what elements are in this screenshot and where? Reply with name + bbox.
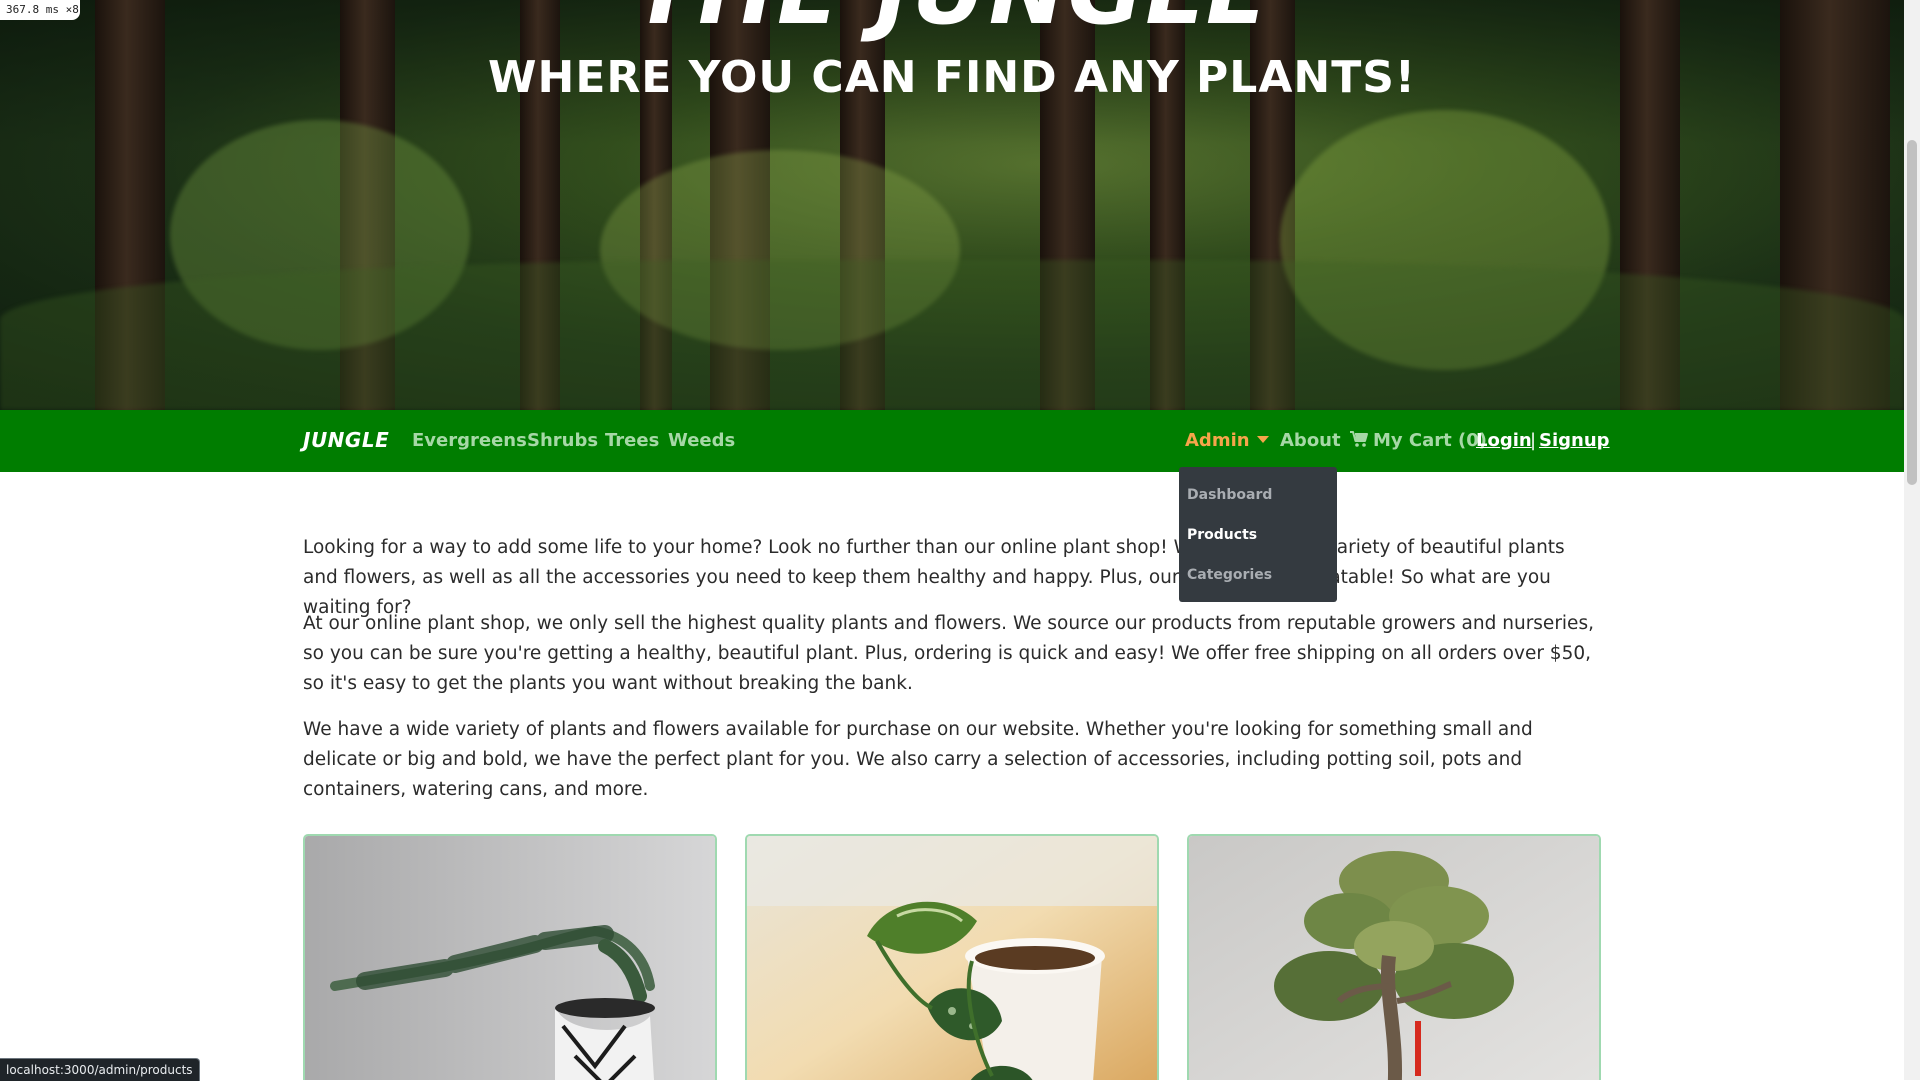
nav-weeds[interactable]: Weeds — [668, 430, 735, 451]
nav-cart-label: My Cart (0) — [1373, 430, 1487, 451]
fps-counter: 367.8 ms ×8 — [0, 0, 80, 20]
bonsai-tree-image — [1189, 836, 1599, 1080]
pothos-plant-image — [747, 836, 1157, 1080]
admin-menu-dashboard[interactable]: Dashboard — [1187, 487, 1272, 503]
hero-subtitle: WHERE YOU CAN FIND ANY PLANTS! — [488, 52, 1416, 103]
nav-evergreens[interactable]: Evergreens — [412, 430, 527, 451]
hero-title: THE JUNGLE — [0, 0, 1904, 45]
nav-admin-label: Admin — [1185, 430, 1250, 451]
product-card[interactable] — [745, 834, 1159, 1080]
intro-paragraph-2: At our online plant shop, we only sell t… — [303, 613, 1594, 694]
nav-login[interactable]: Login — [1476, 430, 1532, 451]
product-card[interactable] — [1187, 834, 1601, 1080]
hero-banner: THE JUNGLE WHERE YOU CAN FIND ANY PLANTS… — [0, 0, 1904, 410]
admin-menu-categories[interactable]: Categories — [1187, 567, 1272, 583]
admin-menu-products[interactable]: Products — [1187, 527, 1257, 543]
scrollbar-thumb[interactable] — [1907, 140, 1917, 485]
page-viewport: THE JUNGLE WHERE YOU CAN FIND ANY PLANTS… — [0, 0, 1904, 1080]
vertical-scrollbar[interactable] — [1904, 0, 1920, 1080]
admin-dropdown-menu: Dashboard Products Categories — [1179, 467, 1337, 602]
intro-paragraph-3: We have a wide variety of plants and flo… — [303, 719, 1533, 800]
nav-separator: | — [1530, 430, 1537, 451]
nav-admin-dropdown[interactable]: Admin — [1185, 430, 1269, 451]
juniper-bonsai-image — [305, 836, 715, 1080]
product-card[interactable] — [303, 834, 717, 1080]
status-bar-url: localhost:3000/admin/products — [0, 1058, 200, 1081]
brand-logo[interactable]: JUNGLE — [303, 428, 389, 452]
nav-trees[interactable]: Trees — [605, 430, 659, 451]
nav-about[interactable]: About — [1280, 430, 1341, 451]
caret-down-icon — [1256, 435, 1269, 443]
nav-cart[interactable]: My Cart (0) — [1349, 430, 1487, 451]
navbar: JUNGLE Evergreens Shrubs Trees Weeds Adm… — [0, 410, 1904, 472]
nav-signup[interactable]: Signup — [1539, 430, 1610, 451]
cart-icon — [1350, 431, 1368, 447]
nav-shrubs[interactable]: Shrubs — [527, 430, 598, 451]
